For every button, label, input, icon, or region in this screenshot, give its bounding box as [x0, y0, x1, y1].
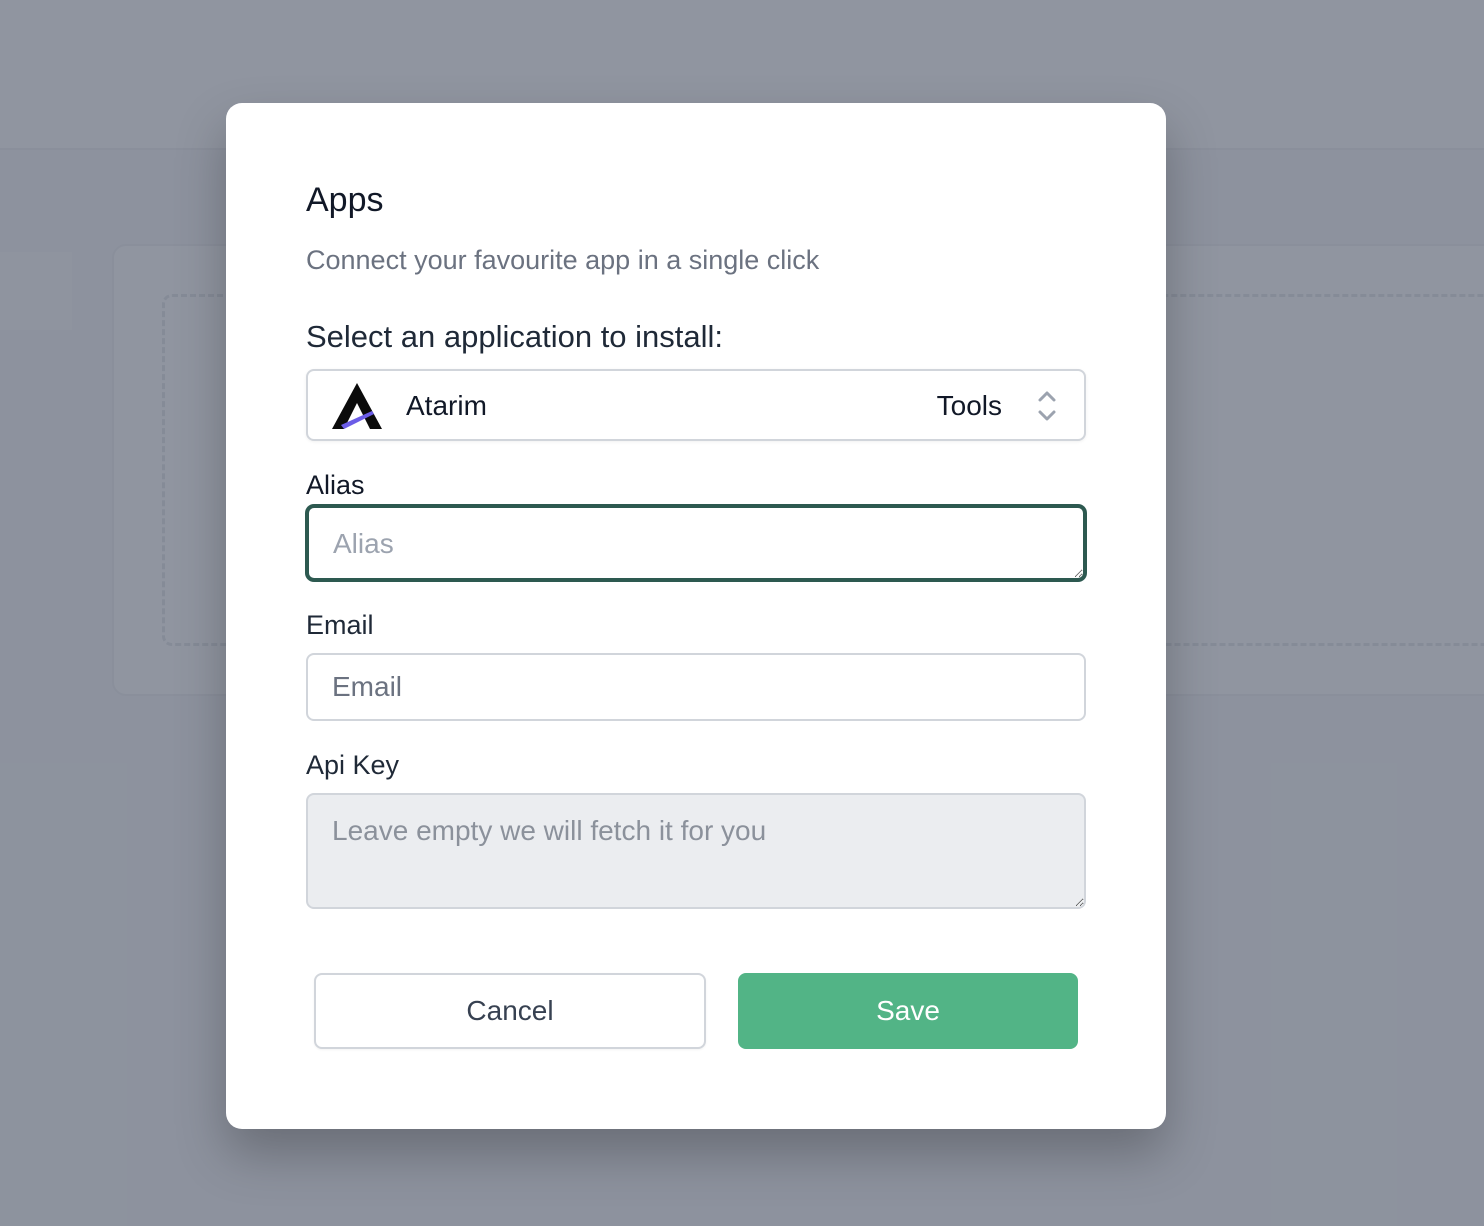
modal-subtitle: Connect your favourite app in a single c…: [306, 245, 820, 275]
selected-app-category: Tools: [936, 390, 1002, 421]
api-key-input[interactable]: [306, 793, 1086, 909]
email-input[interactable]: [306, 653, 1086, 721]
cancel-button[interactable]: Cancel: [314, 973, 706, 1049]
save-button[interactable]: Save: [738, 973, 1078, 1049]
modal-title: Apps: [306, 181, 384, 219]
alias-label: Alias: [306, 470, 365, 500]
select-app-label: Select an application to install:: [306, 319, 724, 354]
selected-app-name: Atarim: [406, 390, 487, 421]
email-label: Email: [306, 610, 374, 640]
app-select[interactable]: Atarim Tools: [306, 369, 1086, 441]
atarim-logo-icon: [332, 383, 382, 429]
alias-input[interactable]: [306, 505, 1086, 581]
api-key-label: Api Key: [306, 750, 400, 780]
apps-modal: Apps Connect your favourite app in a sin…: [226, 103, 1166, 1129]
chevron-up-down-icon: [1038, 391, 1056, 421]
